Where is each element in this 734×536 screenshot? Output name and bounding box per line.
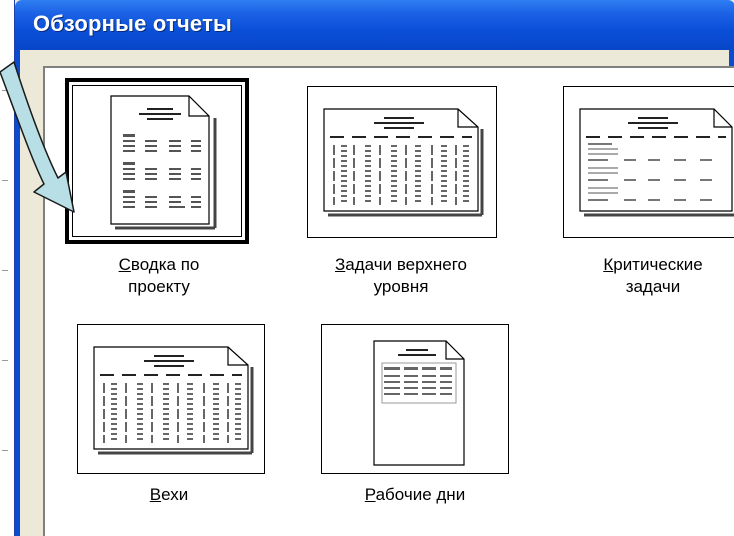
report-label: Сводка по проекту	[118, 255, 200, 296]
report-page-icon	[579, 108, 734, 217]
report-tile-critical[interactable]: Критические задачи	[543, 78, 734, 298]
curved-arrow-icon	[0, 61, 75, 213]
report-label: Рабочие дни	[364, 485, 466, 504]
report-label: Вехи	[149, 485, 189, 504]
report-tile-top-level[interactable]: Задачи верхнего уровня	[301, 78, 501, 298]
report-thumbnail	[77, 324, 265, 474]
report-thumbnail	[307, 86, 497, 238]
mnemonic-letter: С	[118, 255, 131, 274]
report-tile-working-days[interactable]: Рабочие дни	[301, 320, 509, 520]
report-label: Задачи верхнего уровня	[335, 255, 467, 296]
report-list-panel: Сводка по проекту Задачи верхнего уровня…	[43, 66, 734, 536]
report-label: Критические задачи	[603, 255, 703, 296]
report-page-icon	[373, 340, 465, 466]
mnemonic-letter: В	[149, 485, 162, 504]
mnemonic-letter: З	[335, 255, 346, 274]
mnemonic-letter: Р	[364, 485, 376, 504]
title-bar[interactable]: Обзорные отчеты	[15, 0, 734, 50]
report-page-icon	[93, 346, 254, 455]
mnemonic-letter: К	[603, 255, 614, 274]
overview-reports-dialog: Обзорные отчеты Сводка по проекту Задачи…	[14, 0, 734, 536]
report-tile-milestones[interactable]: Вехи	[59, 320, 265, 520]
report-thumbnail	[321, 324, 509, 474]
report-page-icon	[323, 108, 484, 217]
report-thumbnail	[563, 86, 734, 238]
